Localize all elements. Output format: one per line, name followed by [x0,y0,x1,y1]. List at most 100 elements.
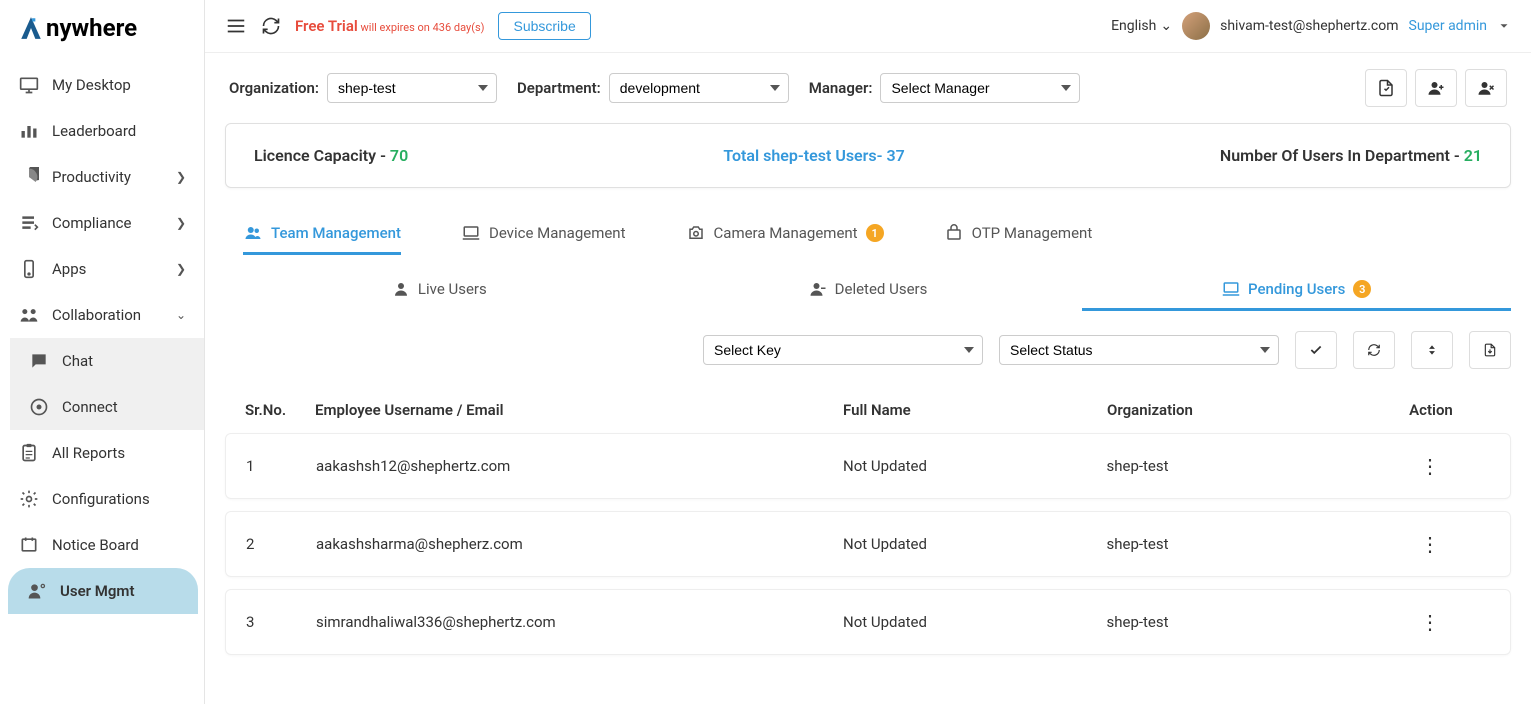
cell-name: Not Updated [843,613,1107,631]
col-name: Full Name [843,401,1107,419]
trial-label: Free Trial [295,17,358,35]
topbar: Free Trial will expires on 436 day(s) Su… [205,0,1531,53]
language-label: English [1111,18,1156,34]
tab-label: OTP Management [972,224,1093,242]
subtab-deleted-users[interactable]: Deleted Users [654,270,1083,311]
reload-button[interactable] [1353,331,1395,369]
sidebar-item-all-reports[interactable]: All Reports [0,430,204,476]
sidebar-item-collaboration[interactable]: Collaboration ⌄ [0,292,204,338]
tab-camera-management[interactable]: Camera Management 1 [686,214,884,255]
stat-value: 21 [1464,146,1482,165]
select-key[interactable]: Select Key [703,335,983,365]
pie-chart-icon [18,166,40,188]
table-header: Sr.No. Employee Username / Email Full Na… [225,387,1511,433]
tab-device-management[interactable]: Device Management [461,214,626,255]
sidebar-item-apps[interactable]: Apps ❯ [0,246,204,292]
sidebar-item-configurations[interactable]: Configurations [0,476,204,522]
add-user-button[interactable] [1415,69,1457,107]
chat-icon [28,350,50,372]
sort-button[interactable] [1411,331,1453,369]
sidebar-item-label: My Desktop [52,76,131,94]
filter-row: Organization: shep-test Department: deve… [225,53,1511,123]
connect-icon [28,396,50,418]
select-status[interactable]: Select Status [999,335,1279,365]
sidebar-item-leaderboard[interactable]: Leaderboard [0,108,204,154]
row-menu-icon[interactable]: ⋮ [1408,454,1452,478]
export-button[interactable] [1365,69,1407,107]
hamburger-icon[interactable] [225,15,247,37]
user-minus-icon [809,280,827,298]
cell-org: shep-test [1107,613,1371,631]
user-icon [392,280,410,298]
sidebar-item-compliance[interactable]: Compliance ❯ [0,200,204,246]
table-row: 3simrandhaliwal336@shephertz.comNot Upda… [225,589,1511,655]
sidebar-item-connect[interactable]: Connect [10,384,204,430]
chevron-right-icon: ❯ [176,170,186,184]
cell-sr: 1 [246,457,316,475]
org-label: Organization: [229,79,319,97]
logo-mark-icon [18,15,44,41]
subtab-label: Live Users [418,280,487,298]
stat-value: 70 [390,146,408,165]
avatar[interactable] [1182,12,1210,40]
tab-team-management[interactable]: Team Management [243,214,401,255]
sidebar-item-label: Notice Board [52,536,139,554]
refresh-icon[interactable] [261,16,281,36]
sidebar-item-chat[interactable]: Chat [10,338,204,384]
clipboard-icon [18,442,40,464]
stat-licence: Licence Capacity - 70 [254,146,408,165]
subtab-label: Pending Users [1248,280,1345,298]
stat-total-users[interactable]: Total shep-test Users- 37 [723,146,904,165]
sidebar-item-label: Connect [62,398,118,416]
manager-select[interactable]: Select Manager [880,73,1080,103]
tab-otp-management[interactable]: OTP Management [944,214,1093,255]
sidebar-item-label: Collaboration [52,306,141,324]
row-menu-icon[interactable]: ⋮ [1408,610,1452,634]
subscribe-button[interactable]: Subscribe [498,12,590,40]
sidebar-item-label: Compliance [52,214,131,232]
dept-label: Department: [517,79,601,97]
tab-label: Team Management [271,224,401,242]
brand-text: nywhere [46,14,137,42]
organization-select[interactable]: shep-test [327,73,497,103]
sidebar-item-productivity[interactable]: Productivity ❯ [0,154,204,200]
subtab-label: Deleted Users [835,280,928,298]
department-select[interactable]: development [609,73,789,103]
sidebar-item-label: All Reports [52,444,125,462]
stat-label: Licence Capacity - [254,146,390,165]
sidebar-item-label: Leaderboard [52,122,136,140]
remove-user-button[interactable] [1465,69,1507,107]
trial-suffix: will expires on 436 day(s) [358,21,485,34]
cell-name: Not Updated [843,457,1107,475]
col-org: Organization [1107,401,1371,419]
stat-dept-users: Number Of Users In Department - 21 [1220,146,1482,165]
sidebar-item-label: Configurations [52,490,150,508]
cell-action: ⋮ [1370,610,1490,634]
subtab-live-users[interactable]: Live Users [225,270,654,311]
cell-sr: 2 [246,535,316,553]
laptop-icon [1222,280,1240,298]
download-button[interactable] [1469,331,1511,369]
confirm-button[interactable] [1295,331,1337,369]
sidebar-item-notice-board[interactable]: Notice Board [0,522,204,568]
notice-board-icon [18,534,40,556]
team-icon [243,224,263,242]
sidebar-item-user-mgmt[interactable]: User Mgmt [8,568,198,614]
chevron-down-icon: ⌄ [176,308,186,322]
cell-action: ⋮ [1370,454,1490,478]
table-filters: Select Key Select Status [225,311,1511,387]
sidebar-item-label: Apps [52,260,86,278]
row-menu-icon[interactable]: ⋮ [1408,532,1452,556]
camera-badge: 1 [866,224,884,242]
main-tabs: Team Management Device Management Camera… [225,208,1511,256]
language-select[interactable]: English ⌄ [1111,18,1172,34]
col-sr: Sr.No. [245,401,315,419]
sidebar-item-my-desktop[interactable]: My Desktop [0,62,204,108]
user-menu-caret[interactable] [1497,19,1511,33]
phone-icon [18,258,40,280]
subtab-pending-users[interactable]: Pending Users 3 [1082,270,1511,311]
cell-org: shep-test [1107,535,1371,553]
mgr-label: Manager: [809,79,873,97]
gear-icon [18,488,40,510]
table-row: 2aakashsharma@shepherz.comNot Updatedshe… [225,511,1511,577]
